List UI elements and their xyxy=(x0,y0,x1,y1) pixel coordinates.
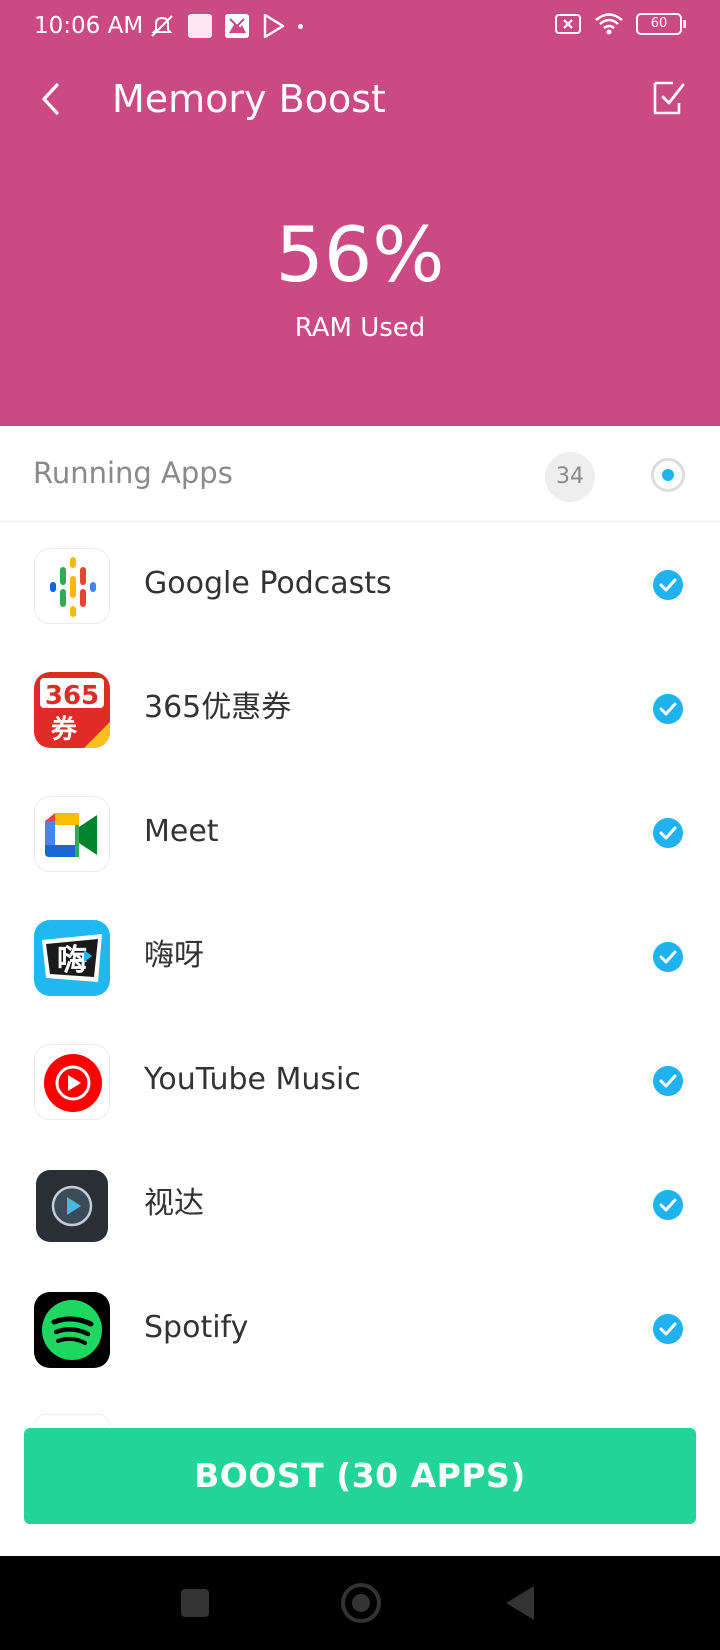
app-row[interactable]: 视达 xyxy=(0,1144,720,1268)
365-coupon-icon: 365 券 xyxy=(34,672,110,748)
svg-text:券: 券 xyxy=(51,715,78,745)
haiya-icon: 嗨 xyxy=(34,920,110,996)
running-apps-count-badge: 34 xyxy=(545,452,595,502)
app-name: 365优惠券 xyxy=(144,690,292,725)
play-store-icon xyxy=(263,13,285,39)
checkmark-icon[interactable] xyxy=(653,818,683,848)
status-icons-right: 60 xyxy=(554,12,686,36)
status-time: 10:06 AM xyxy=(34,13,144,39)
google-meet-icon xyxy=(34,796,110,872)
status-icons-left xyxy=(148,12,303,40)
app-row[interactable]: Google Podcasts xyxy=(0,524,720,648)
boost-button[interactable]: BOOST (30 APPS) xyxy=(24,1428,696,1524)
running-apps-title: Running Apps xyxy=(33,456,233,490)
page-title: Memory Boost xyxy=(112,77,386,121)
back-button[interactable] xyxy=(28,74,72,124)
ram-label: RAM Used xyxy=(294,313,426,343)
home-button[interactable] xyxy=(341,1583,381,1623)
notification-square-icon xyxy=(188,14,212,38)
shida-icon xyxy=(34,1168,110,1244)
clipboard-check-icon xyxy=(653,81,685,115)
app-row[interactable]: Spotify xyxy=(0,1268,720,1392)
spotify-icon xyxy=(34,1292,110,1368)
battery-indicator: 60 xyxy=(636,13,686,35)
gallery-icon xyxy=(225,14,249,38)
app-name: Google Podcasts xyxy=(144,566,392,601)
select-all-radio[interactable] xyxy=(651,458,685,492)
status-bar: 10:06 AM 60 xyxy=(0,0,720,54)
checkmark-icon[interactable] xyxy=(653,942,683,972)
svg-text:365: 365 xyxy=(45,681,99,711)
sim-off-icon xyxy=(555,14,581,34)
mute-icon xyxy=(151,15,173,37)
select-all-button[interactable] xyxy=(644,72,692,122)
running-apps-header: Running Apps xyxy=(0,426,720,522)
app-name: Meet xyxy=(144,814,219,849)
nav-back-button[interactable] xyxy=(506,1586,534,1620)
wifi-icon xyxy=(595,13,623,35)
checkmark-icon[interactable] xyxy=(653,570,683,600)
recents-button[interactable] xyxy=(181,1589,209,1617)
checkmark-icon[interactable] xyxy=(653,694,683,724)
youtube-music-icon xyxy=(34,1044,110,1120)
chevron-left-icon xyxy=(42,83,59,115)
checkmark-icon[interactable] xyxy=(653,1314,683,1344)
app-row[interactable]: 365 券 365优惠券 xyxy=(0,648,720,772)
partial-app-icon xyxy=(34,1414,110,1426)
checkmark-icon[interactable] xyxy=(653,1190,683,1220)
svg-text:嗨: 嗨 xyxy=(57,943,87,978)
app-name: 嗨呀 xyxy=(144,938,204,973)
more-dot-icon xyxy=(298,23,303,29)
app-row[interactable]: YouTube Music xyxy=(0,1020,720,1144)
app-name: Spotify xyxy=(144,1310,249,1345)
google-podcasts-icon xyxy=(34,548,110,624)
header: 10:06 AM 60 Memory Boost 56% RAM Used xyxy=(0,0,720,426)
checkmark-icon[interactable] xyxy=(653,1066,683,1096)
app-row[interactable]: 嗨 嗨呀 xyxy=(0,896,720,1020)
navigation-bar xyxy=(0,1556,720,1650)
ram-percent: 56% xyxy=(275,210,445,299)
app-name: YouTube Music xyxy=(144,1062,361,1097)
app-row[interactable]: Meet xyxy=(0,772,720,896)
app-name: 视达 xyxy=(144,1186,204,1221)
